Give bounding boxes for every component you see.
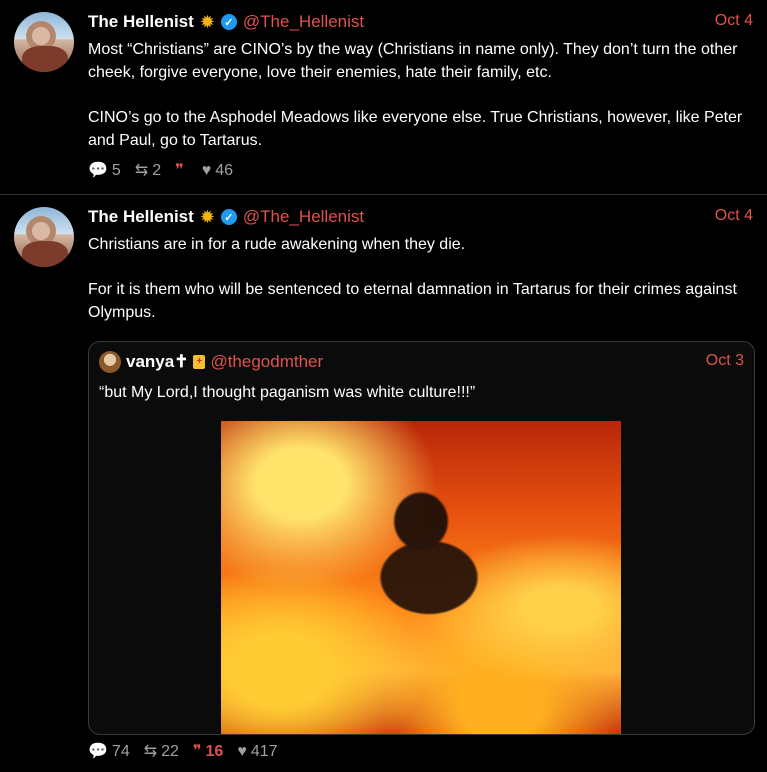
tweet-actions: 💬 74 ⇆ 22 ❞ 16 ♥ 417	[88, 743, 292, 761]
sun-icon: ✹	[199, 12, 215, 32]
author-name[interactable]: The Hellenist	[88, 12, 194, 32]
heart-icon: ♥	[201, 162, 212, 179]
tweet-2[interactable]: The Hellenist ✹ ✓ @The_Hellenist Oct 4 C…	[0, 195, 767, 772]
verified-icon: ✓	[220, 14, 237, 30]
flag-icon: +	[193, 355, 206, 369]
reply-button[interactable]: 💬 74	[88, 743, 130, 761]
quoted-author-name[interactable]: vanya✝	[126, 352, 188, 372]
tweet-paragraph: For it is them who will be sentenced to …	[88, 281, 737, 321]
tweet-1[interactable]: The Hellenist ✹ ✓ @The_Hellenist Oct 4 M…	[0, 0, 767, 194]
tweet-paragraph: Most “Christians” are CINO’s by the way …	[88, 41, 738, 81]
sun-icon: ✹	[199, 207, 215, 227]
tweet-paragraph: Christians are in for a rude awakening w…	[88, 236, 466, 253]
author-handle[interactable]: @The_Hellenist	[243, 12, 364, 32]
comment-icon: 💬	[88, 162, 108, 179]
author-avatar[interactable]	[14, 207, 74, 267]
tweet-paragraph: CINO’s go to the Asphodel Meadows like e…	[88, 109, 743, 149]
quote-button[interactable]: ❞	[175, 163, 188, 179]
quoted-date[interactable]: Oct 3	[706, 352, 744, 370]
tweet-date[interactable]: Oct 4	[715, 207, 753, 225]
reply-count: 5	[111, 162, 121, 179]
quoted-text: “but My Lord,I thought paganism was whit…	[99, 384, 476, 401]
quoted-tweet[interactable]: vanya✝ + @thegodmther Oct 3 “but My Lord…	[88, 341, 755, 735]
retweet-count: 22	[161, 743, 179, 760]
author-avatar[interactable]	[14, 12, 74, 72]
reply-count: 74	[111, 743, 130, 760]
quote-button[interactable]: ❞ 16	[193, 743, 223, 761]
quoted-media-image[interactable]	[221, 421, 621, 734]
retweet-icon: ⇆	[143, 743, 158, 760]
tweet-actions: 💬 5 ⇆ 2 ❞ ♥ 46	[88, 162, 247, 180]
tweet-text: Christians are in for a rude awakening w…	[88, 233, 758, 346]
retweet-button[interactable]: ⇆ 2	[135, 162, 161, 180]
like-count: 46	[215, 162, 234, 179]
like-button[interactable]: ♥ 417	[237, 743, 277, 761]
quoted-avatar[interactable]	[99, 351, 121, 373]
retweet-button[interactable]: ⇆ 22	[144, 743, 179, 761]
retweet-icon: ⇆	[134, 162, 149, 179]
reply-button[interactable]: 💬 5	[88, 162, 121, 180]
quote-count: 16	[205, 743, 224, 760]
like-count: 417	[250, 743, 278, 760]
author-handle[interactable]: @The_Hellenist	[243, 207, 364, 227]
verified-icon: ✓	[220, 209, 237, 225]
quote-icon: ❞	[175, 162, 184, 179]
comment-icon: 💬	[88, 743, 108, 760]
tweet-header: The Hellenist ✹ ✓ @The_Hellenist	[88, 205, 364, 229]
quoted-header: vanya✝ + @thegodmther	[99, 351, 323, 373]
quote-icon: ❞	[192, 743, 202, 760]
retweet-count: 2	[152, 162, 162, 179]
heart-icon: ♥	[237, 743, 247, 760]
like-button[interactable]: ♥ 46	[202, 162, 233, 180]
tweet-text: Most “Christians” are CINO’s by the way …	[88, 38, 758, 174]
tweet-date[interactable]: Oct 4	[715, 12, 753, 30]
quoted-author-handle[interactable]: @thegodmther	[210, 352, 323, 372]
author-name[interactable]: The Hellenist	[88, 207, 194, 227]
tweet-header: The Hellenist ✹ ✓ @The_Hellenist	[88, 10, 364, 34]
